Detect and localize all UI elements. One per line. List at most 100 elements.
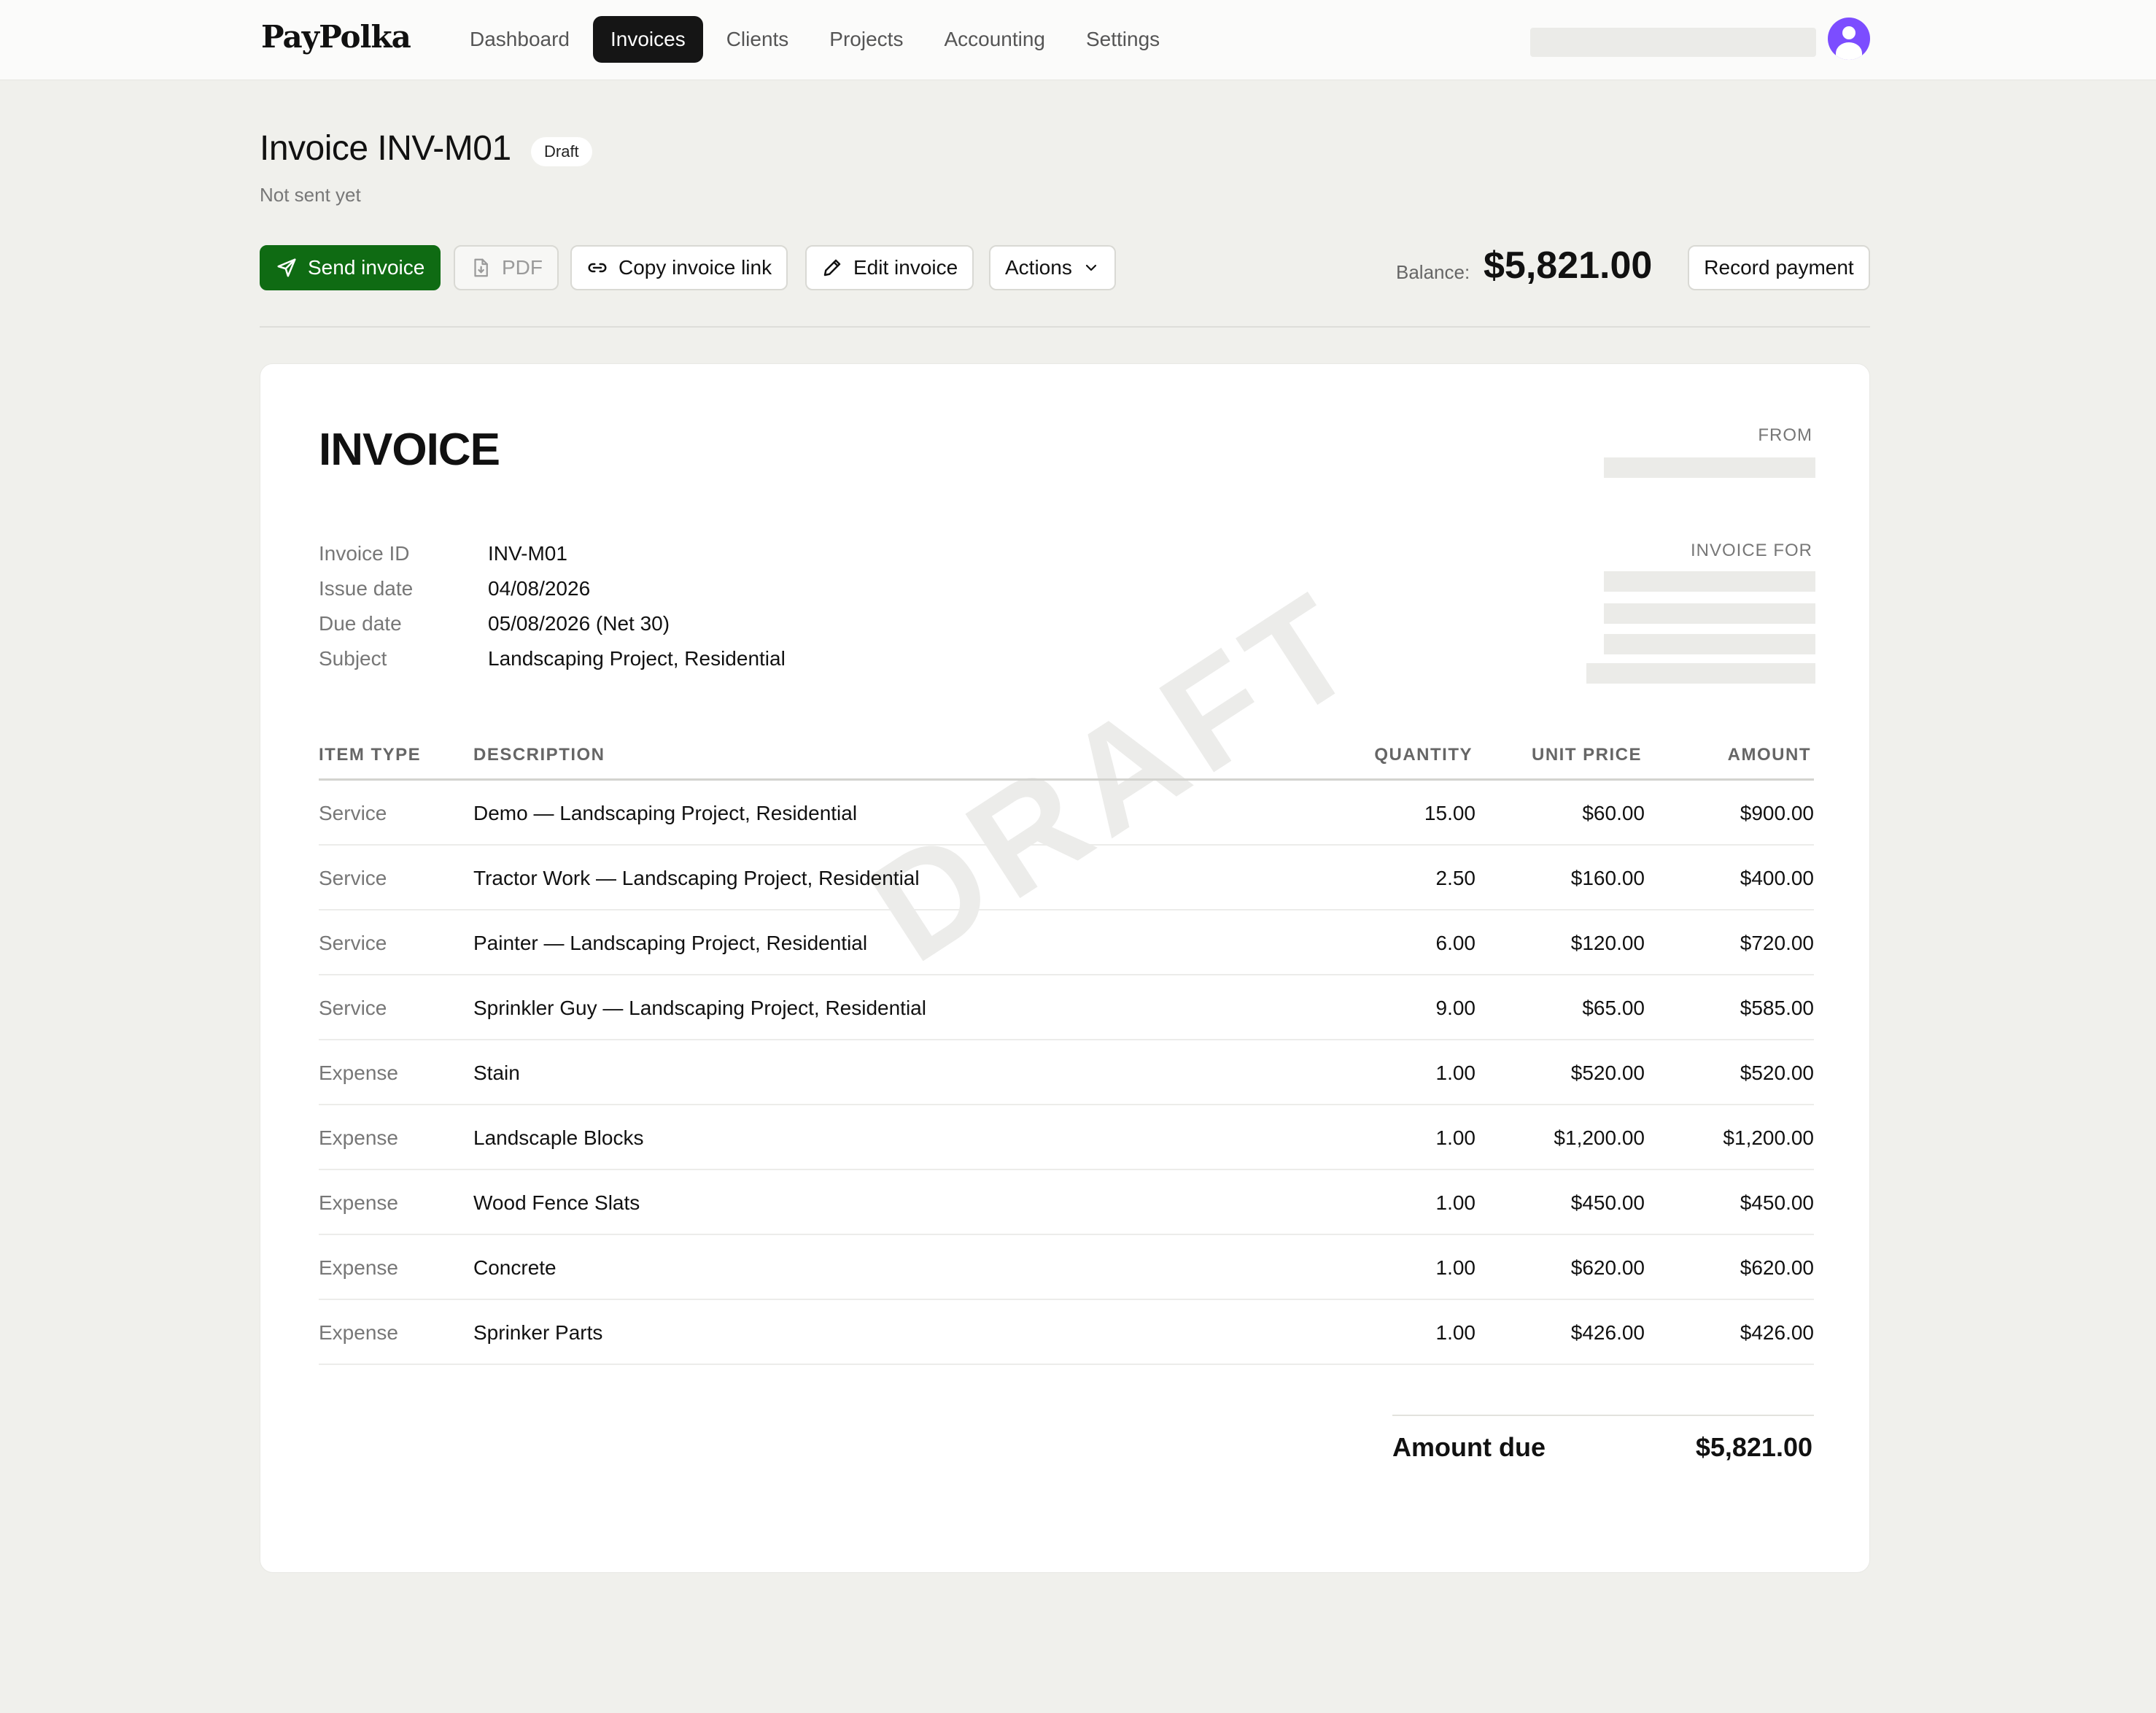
nav-item-clients[interactable]: Clients xyxy=(709,16,807,63)
invoice-heading: INVOICE xyxy=(319,425,500,475)
amount-due-label: Amount due xyxy=(1392,1432,1546,1462)
meta-value-invoice-id: INV-M01 xyxy=(488,542,567,565)
client-line-placeholder xyxy=(1604,603,1815,624)
item-unit-price: $65.00 xyxy=(1582,997,1645,1019)
pencil-icon xyxy=(823,259,841,277)
client-line-placeholder xyxy=(1604,634,1815,654)
item-type: Expense xyxy=(319,1256,398,1279)
user-avatar[interactable] xyxy=(1828,18,1870,60)
sent-status-text: Not sent yet xyxy=(260,184,361,206)
item-amount: $1,200.00 xyxy=(1723,1126,1814,1149)
nav-item-settings[interactable]: Settings xyxy=(1069,16,1177,63)
item-quantity: 15.00 xyxy=(1424,802,1476,824)
invoice-for-label: INVOICE FOR xyxy=(1690,541,1812,560)
meta-label-issue-date: Issue date xyxy=(319,577,414,600)
item-unit-price: $60.00 xyxy=(1582,802,1645,824)
item-unit-price: $160.00 xyxy=(1570,867,1645,889)
item-type: Expense xyxy=(319,1062,398,1084)
table-row: Expense Landscaple Blocks 1.00 $1,200.00… xyxy=(319,1105,1814,1170)
item-quantity: 1.00 xyxy=(1435,1062,1476,1084)
from-label: FROM xyxy=(1758,425,1812,445)
client-line-placeholder xyxy=(1586,663,1815,684)
table-row: Expense Stain 1.00 $520.00 $520.00 xyxy=(319,1040,1814,1105)
send-invoice-button[interactable]: Send invoice xyxy=(260,245,441,290)
item-description: Demo — Landscaping Project, Residential xyxy=(473,802,858,824)
item-type: Service xyxy=(319,997,387,1019)
meta-value-issue-date: 04/08/2026 xyxy=(488,577,591,600)
meta-value-due-date: 05/08/2026 (Net 30) xyxy=(488,612,670,635)
nav-item-projects[interactable]: Projects xyxy=(812,16,920,63)
item-amount: $450.00 xyxy=(1740,1191,1814,1214)
copy-invoice-link-button[interactable]: Copy invoice link xyxy=(570,245,788,290)
item-type: Expense xyxy=(319,1321,398,1344)
nav-item-accounting[interactable]: Accounting xyxy=(926,16,1063,63)
invoice-document: DRAFT INVOICE Invoice ID INV-M01 Issue d… xyxy=(260,363,1870,1573)
pdf-label: PDF xyxy=(502,256,543,279)
item-unit-price: $520.00 xyxy=(1570,1062,1645,1084)
amount-due-value: $5,821.00 xyxy=(1695,1432,1812,1462)
item-description: Wood Fence Slats xyxy=(473,1191,640,1214)
column-header-description: DESCRIPTION xyxy=(473,745,605,765)
item-unit-price: $620.00 xyxy=(1570,1256,1645,1279)
edit-invoice-label: Edit invoice xyxy=(853,256,958,279)
actions-dropdown-button[interactable]: Actions xyxy=(989,245,1116,290)
item-type: Expense xyxy=(319,1191,398,1214)
table-row: Expense Concrete 1.00 $620.00 $620.00 xyxy=(319,1235,1814,1300)
item-quantity: 2.50 xyxy=(1435,867,1476,889)
main-nav: Dashboard Invoices Clients Projects Acco… xyxy=(452,16,1183,63)
app-logo[interactable]: PayPolka xyxy=(261,19,411,55)
from-address-placeholder xyxy=(1604,457,1815,478)
record-payment-label: Record payment xyxy=(1704,256,1854,279)
item-quantity: 1.00 xyxy=(1435,1256,1476,1279)
item-quantity: 6.00 xyxy=(1435,932,1476,954)
nav-item-invoices[interactable]: Invoices xyxy=(592,16,703,63)
item-type: Service xyxy=(319,867,387,889)
item-unit-price: $450.00 xyxy=(1570,1191,1645,1214)
item-quantity: 9.00 xyxy=(1435,997,1476,1019)
edit-invoice-button[interactable]: Edit invoice xyxy=(805,245,974,290)
balance-value: $5,821.00 xyxy=(1484,244,1653,287)
item-description: Landscaple Blocks xyxy=(473,1126,644,1149)
user-icon-head xyxy=(1842,26,1856,39)
item-description: Tractor Work — Landscaping Project, Resi… xyxy=(473,867,920,889)
header-divider xyxy=(260,326,1870,328)
meta-label-invoice-id: Invoice ID xyxy=(319,542,410,565)
item-quantity: 1.00 xyxy=(1435,1191,1476,1214)
item-type: Service xyxy=(319,802,387,824)
item-description: Painter — Landscaping Project, Residenti… xyxy=(473,932,868,954)
item-amount: $900.00 xyxy=(1740,802,1814,824)
account-name-placeholder xyxy=(1530,28,1816,57)
item-unit-price: $1,200.00 xyxy=(1554,1126,1645,1149)
item-amount: $720.00 xyxy=(1740,932,1814,954)
item-amount: $426.00 xyxy=(1740,1321,1814,1344)
top-navigation-bar: PayPolka Dashboard Invoices Clients Proj… xyxy=(0,0,2156,80)
record-payment-button[interactable]: Record payment xyxy=(1688,245,1870,290)
table-row: Service Painter — Landscaping Project, R… xyxy=(319,910,1814,975)
balance-label: Balance: xyxy=(1396,261,1470,283)
column-header-quantity: QUANTITY xyxy=(1374,745,1473,765)
item-description: Concrete xyxy=(473,1256,557,1279)
pdf-button[interactable]: PDF xyxy=(454,245,559,290)
item-unit-price: $120.00 xyxy=(1570,932,1645,954)
table-row: Expense Wood Fence Slats 1.00 $450.00 $4… xyxy=(319,1170,1814,1235)
nav-item-dashboard[interactable]: Dashboard xyxy=(452,16,587,63)
total-divider xyxy=(1392,1415,1814,1416)
meta-label-due-date: Due date xyxy=(319,612,402,635)
copy-invoice-link-label: Copy invoice link xyxy=(619,256,772,279)
column-header-unit-price: UNIT PRICE xyxy=(1531,745,1642,765)
item-description: Sprinkler Guy — Landscaping Project, Res… xyxy=(473,997,926,1019)
table-row: Expense Sprinker Parts 1.00 $426.00 $426… xyxy=(319,1300,1814,1365)
status-badge: Draft xyxy=(531,137,592,166)
link-icon xyxy=(588,263,607,273)
item-type: Service xyxy=(319,932,387,954)
actions-label: Actions xyxy=(1005,256,1072,279)
user-icon-body xyxy=(1836,42,1862,60)
item-quantity: 1.00 xyxy=(1435,1126,1476,1149)
item-quantity: 1.00 xyxy=(1435,1321,1476,1344)
chevron-down-icon xyxy=(1085,264,1096,271)
table-row: Service Demo — Landscaping Project, Resi… xyxy=(319,781,1814,846)
item-unit-price: $426.00 xyxy=(1570,1321,1645,1344)
client-line-placeholder xyxy=(1604,571,1815,592)
item-description: Sprinker Parts xyxy=(473,1321,603,1344)
send-icon xyxy=(277,258,296,277)
